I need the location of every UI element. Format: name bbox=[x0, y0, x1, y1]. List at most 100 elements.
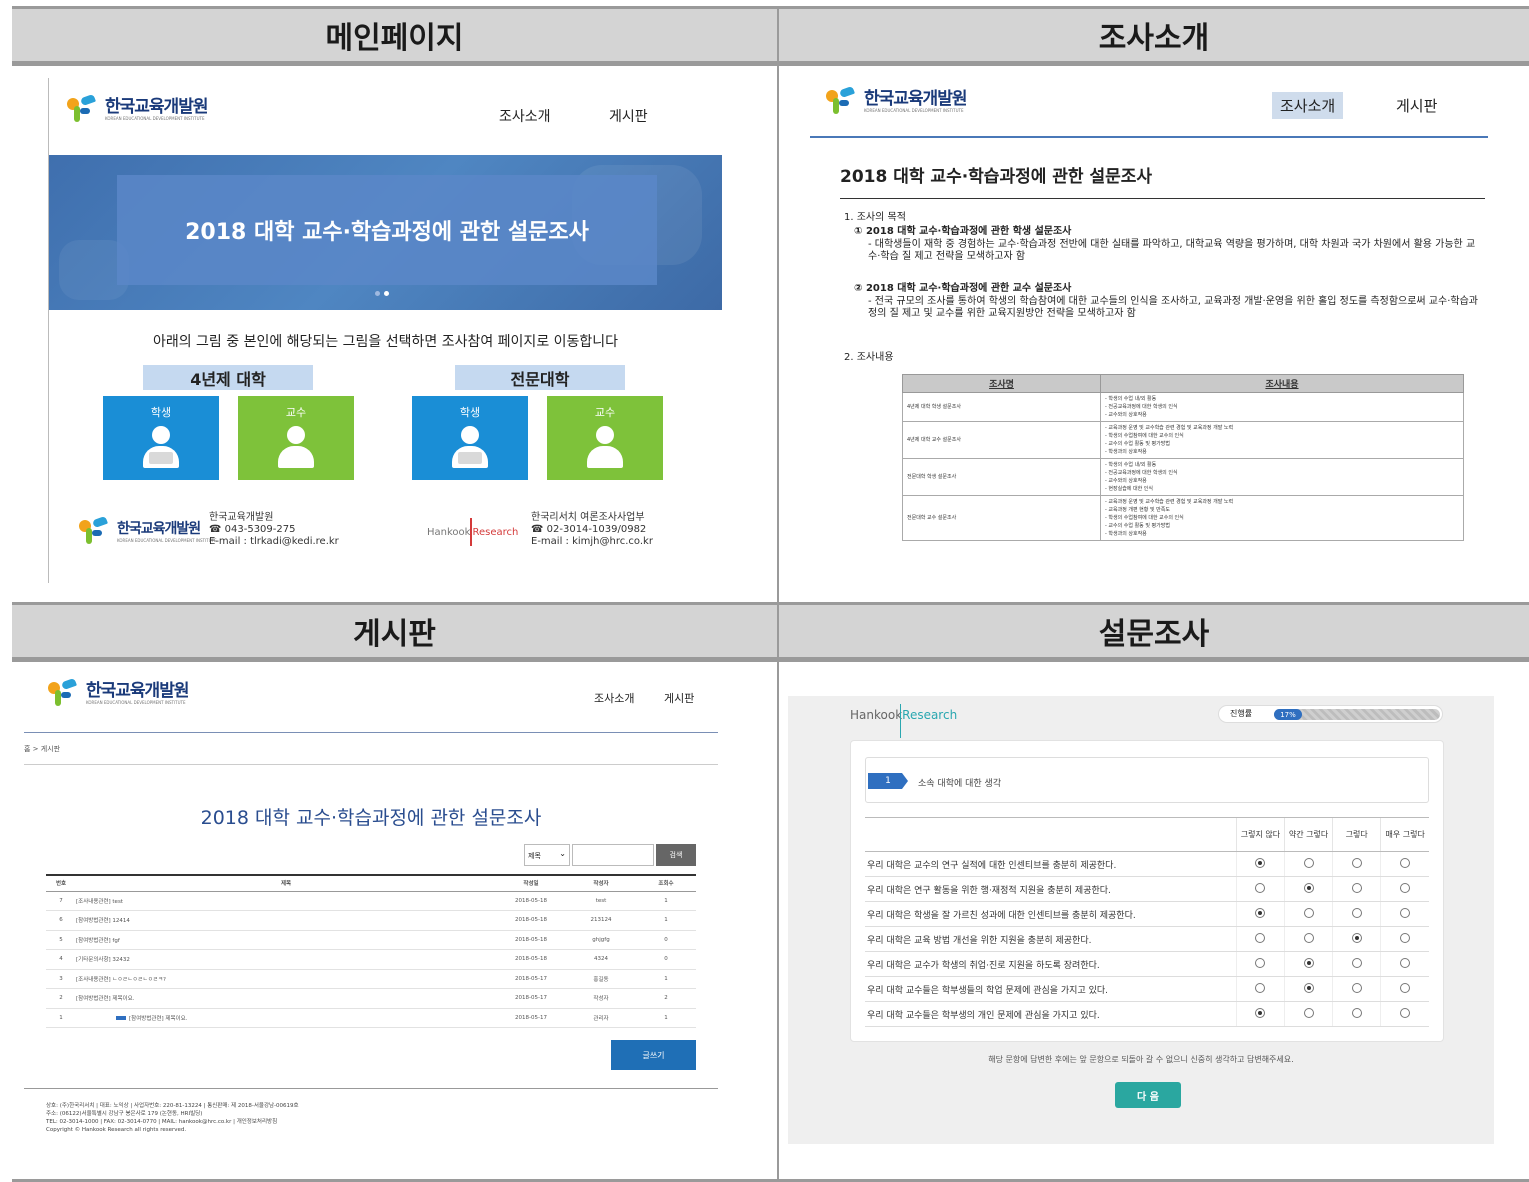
logo-kor: 한국교육개발원 bbox=[117, 520, 201, 537]
post-title-link[interactable]: [기타문의사항] 32432 bbox=[76, 949, 496, 970]
hk-logo-b: Research bbox=[902, 708, 958, 722]
footer-line: Copyright © Hankook Research all rights … bbox=[46, 1127, 187, 1133]
radio-option[interactable] bbox=[1303, 957, 1314, 968]
table-row: 4년제 대학 교수 설문조사 - 교육과정 운영 및 교수학습 관련 경험 및 … bbox=[902, 421, 1464, 459]
breadcrumb-divider bbox=[24, 764, 718, 765]
radio-option[interactable] bbox=[1255, 857, 1266, 868]
radio-option[interactable] bbox=[1303, 857, 1314, 868]
statement-text: 우리 대학 교수들은 학부생의 개인 문제에 관심을 가지고 있다. bbox=[865, 1001, 1237, 1027]
tile-college-professor[interactable]: 교수 bbox=[547, 396, 663, 480]
radio-option[interactable] bbox=[1303, 907, 1314, 918]
panel-header-board: 게시판 bbox=[12, 602, 777, 662]
post-title-link[interactable]: [조사내용관련] test bbox=[76, 891, 496, 911]
radio-option[interactable] bbox=[1351, 932, 1362, 943]
progress-value: 17% bbox=[1280, 710, 1296, 719]
write-button[interactable]: 글쓰기 bbox=[611, 1040, 696, 1070]
table-row[interactable]: 4 [기타문의사항] 32432 2018-05-18 4324 0 bbox=[46, 949, 696, 970]
nav-board[interactable]: 게시판 bbox=[609, 106, 648, 126]
panel-title-intro: 조사소개 bbox=[1098, 21, 1210, 56]
nav-intro[interactable]: 조사소개 bbox=[499, 106, 551, 126]
radio-option[interactable] bbox=[1303, 932, 1314, 943]
radio-option[interactable] bbox=[1303, 982, 1314, 993]
radio-option[interactable] bbox=[1400, 857, 1411, 868]
next-button[interactable]: 다 음 bbox=[1115, 1082, 1181, 1108]
radio-option[interactable] bbox=[1351, 857, 1362, 868]
kedi-logo[interactable]: 한국교육개발원 KOREAN EDUCATIONAL DEVELOPMENT IN… bbox=[65, 93, 208, 122]
table-row: 4년제 대학 학생 설문조사 - 학생의 수업 내/외 활동 - 전공교육과정에 … bbox=[902, 392, 1464, 422]
post-title-link[interactable]: [참여방법관련] 제목이요. bbox=[76, 988, 496, 1009]
radio-option[interactable] bbox=[1255, 957, 1266, 968]
question-number: 1 bbox=[868, 773, 908, 789]
tile-4yr-professor[interactable]: 교수 bbox=[238, 396, 354, 480]
scale-header: 그렇다 bbox=[1332, 817, 1381, 852]
radio-option[interactable] bbox=[1400, 957, 1411, 968]
chevron-down-icon: ⌄ bbox=[559, 849, 566, 858]
kedi-logo-icon bbox=[824, 85, 858, 114]
nav-intro[interactable]: 조사소개 bbox=[594, 690, 634, 706]
contact-email: E-mail : kimjh@hrc.co.kr bbox=[531, 536, 653, 547]
radio-option[interactable] bbox=[1255, 932, 1266, 943]
post-title-link[interactable]: [참여방법관련] 제목이요. bbox=[76, 1008, 496, 1028]
col-header: 작성일 bbox=[496, 874, 566, 892]
kedi-logo[interactable]: 한국교육개발원 KOREAN EDUCATIONAL DEVELOPMENT IN… bbox=[46, 677, 189, 706]
radio-option[interactable] bbox=[1400, 907, 1411, 918]
kedi-logo[interactable]: 한국교육개발원 KOREAN EDUCATIONAL DEVELOPMENT IN… bbox=[824, 85, 967, 114]
hk-logo-b: Research bbox=[472, 526, 519, 538]
nav-board[interactable]: 게시판 bbox=[1396, 95, 1437, 116]
search-button[interactable]: 검색 bbox=[656, 844, 696, 866]
radio-option[interactable] bbox=[1351, 907, 1362, 918]
radio-option[interactable] bbox=[1303, 1007, 1314, 1018]
logo-kor: 한국교육개발원 bbox=[864, 88, 967, 109]
search-input[interactable] bbox=[572, 844, 654, 866]
purpose-2-title: ② 2018 대학 교수·학습과정에 관한 교수 설문조사 bbox=[854, 283, 1072, 294]
panel-header-main: 메인페이지 bbox=[12, 6, 777, 66]
radio-option[interactable] bbox=[1351, 1007, 1362, 1018]
nav-intro-active[interactable]: 조사소개 bbox=[1272, 92, 1344, 119]
table-row[interactable]: 1 [참여방법관련] 제목이요. 2018-05-17 관리자 1 bbox=[46, 1008, 696, 1028]
statement-text: 우리 대학은 교육 방법 개선을 위한 지원을 충분히 제공한다. bbox=[865, 926, 1237, 952]
radio-option[interactable] bbox=[1255, 907, 1266, 918]
kedi-logo-icon bbox=[77, 515, 111, 544]
radio-option[interactable] bbox=[1351, 957, 1362, 968]
select-value: 제목 bbox=[528, 852, 541, 860]
tile-college-student[interactable]: 학생 bbox=[412, 396, 528, 480]
post-title-link[interactable]: [참여방법관련] fgf bbox=[76, 930, 496, 950]
col-header: 조사명 bbox=[902, 374, 1101, 393]
table-row[interactable]: 5 [참여방법관련] fgf 2018-05-18 ghjgfg 0 bbox=[46, 930, 696, 950]
radio-option[interactable] bbox=[1400, 932, 1411, 943]
radio-option[interactable] bbox=[1255, 882, 1266, 893]
radio-option[interactable] bbox=[1303, 882, 1314, 893]
survey-contents-table: 조사명 조사내용 4년제 대학 학생 설문조사 - 학생의 수업 내/외 활동 -… bbox=[902, 374, 1464, 541]
radio-option[interactable] bbox=[1400, 882, 1411, 893]
radio-option[interactable] bbox=[1255, 1007, 1266, 1018]
notice-text: 해당 문항에 답변한 후에는 앞 문항으로 되돌아 갈 수 없으니 신중히 생각… bbox=[988, 1055, 1294, 1064]
post-title-link[interactable]: [조사내용관련] ㄴㅇㄹㄴㅇㄹㄴㅇㄹㅋ? bbox=[76, 969, 496, 989]
purpose-2-body: - 전국 규모의 조사를 통하여 학생의 학습참여에 대한 교수들의 인식을 조… bbox=[868, 296, 1478, 319]
radio-option[interactable] bbox=[1351, 982, 1362, 993]
statement-text: 우리 대학은 학생을 잘 가르친 성과에 대한 인센티브를 충분히 제공한다. bbox=[865, 901, 1237, 927]
carousel-dots[interactable] bbox=[375, 291, 389, 296]
table-row[interactable]: 6 [참여방법관련] 12414 2018-05-18 213124 1 bbox=[46, 910, 696, 931]
footer-line: 상호: (주)한국리서치 | 대표: 노익상 | 사업자번호: 220-81-1… bbox=[46, 1103, 299, 1109]
table-row[interactable]: 3 [조사내용관련] ㄴㅇㄹㄴㅇㄹㄴㅇㄹㅋ? 2018-05-17 홍길동 1 bbox=[46, 969, 696, 989]
logo-eng: KOREAN EDUCATIONAL DEVELOPMENT INSTITUTE bbox=[117, 537, 217, 543]
post-title-link[interactable]: [참여방법관련] 12414 bbox=[76, 910, 496, 931]
radio-option[interactable] bbox=[1400, 982, 1411, 993]
title-divider bbox=[840, 198, 1485, 199]
table-row: 전문대학 학생 설문조사 - 학생의 수업 내/외 활동 - 전공교육과정에 대한… bbox=[902, 458, 1464, 496]
table-row[interactable]: 7 [조사내용관련] test 2018-05-18 test 1 bbox=[46, 891, 696, 911]
logo-eng: KOREAN EDUCATIONAL DEVELOPMENT INSTITUTE bbox=[86, 699, 186, 705]
radio-option[interactable] bbox=[1351, 882, 1362, 893]
breadcrumb[interactable]: 홈 > 게시판 bbox=[24, 744, 60, 754]
question-row: 우리 대학은 학생을 잘 가르친 성과에 대한 인센티브를 충분히 제공한다. bbox=[865, 901, 1429, 927]
radio-option[interactable] bbox=[1255, 982, 1266, 993]
contact-name: 한국교육개발원 bbox=[209, 512, 274, 523]
nav-board[interactable]: 게시판 bbox=[664, 690, 694, 706]
panel-title-main: 메인페이지 bbox=[325, 21, 464, 56]
search-field-select[interactable]: 제목 ⌄ bbox=[524, 844, 570, 866]
radio-option[interactable] bbox=[1400, 1007, 1411, 1018]
col-header: 조회수 bbox=[636, 874, 696, 892]
table-row[interactable]: 2 [참여방법관련] 제목이요. 2018-05-17 작성자 2 bbox=[46, 988, 696, 1009]
tile-4yr-student[interactable]: 학생 bbox=[103, 396, 219, 480]
panel-title-survey: 설문조사 bbox=[1098, 617, 1210, 652]
